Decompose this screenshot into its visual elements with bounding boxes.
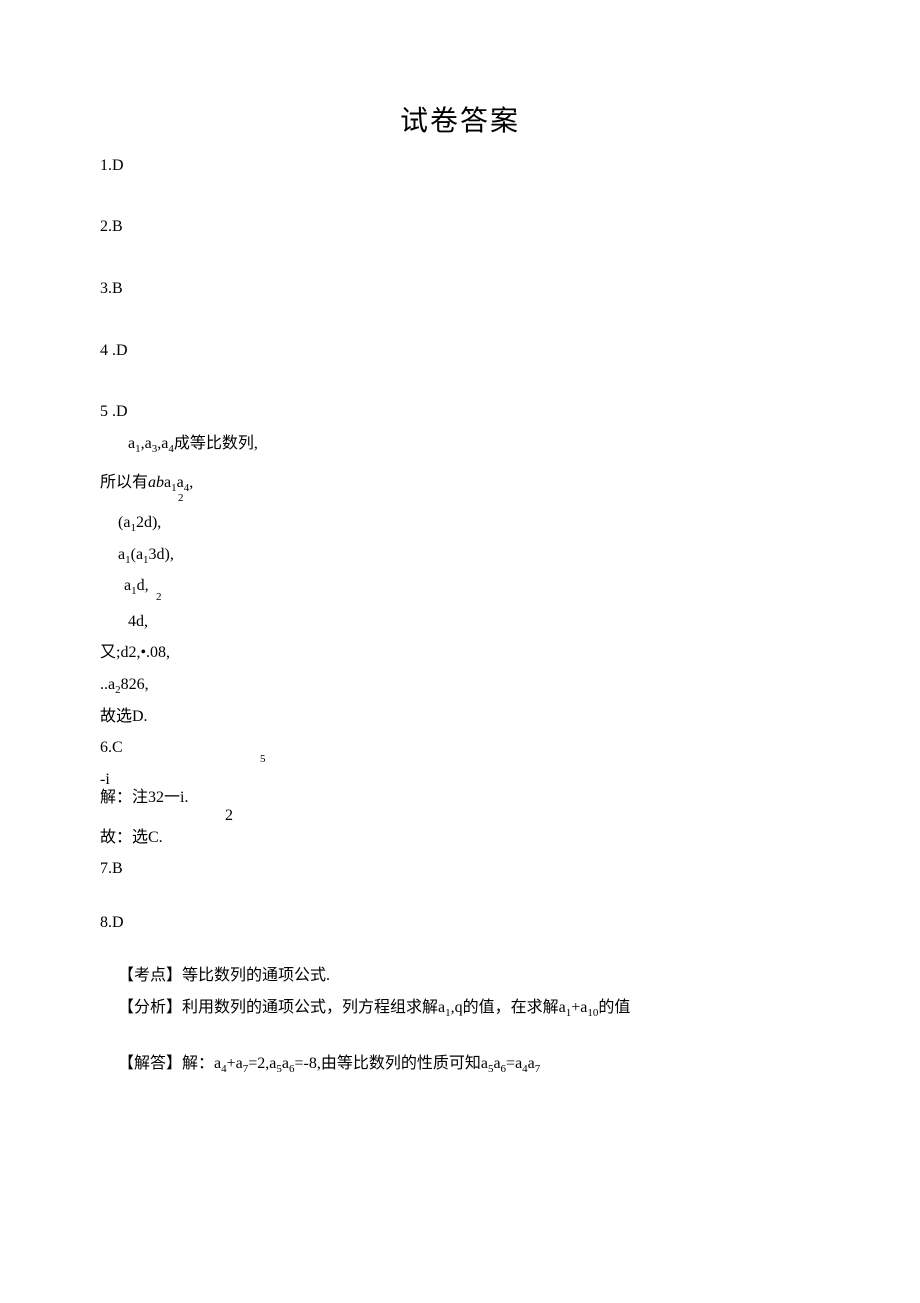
answer-5-line2: 所以有aba1a4, (100, 470, 820, 496)
a8-jd-m4: =-8,由等比数列的性质可知a (294, 1055, 487, 1072)
a8-jd-m6: =a (506, 1055, 522, 1072)
answer-6-head: 6.C (100, 735, 820, 761)
answer-5-head: 5 .D (100, 399, 820, 425)
a5-l3-open: (a (118, 514, 130, 531)
a5-l5-rest: d, (137, 577, 149, 594)
a5-l3-rest: 2d), (136, 514, 161, 531)
a5-l6-main: 4d, (128, 613, 148, 630)
answer-5-line6: 2 4d, (100, 609, 820, 635)
a5-l8-rest: 826, (121, 676, 149, 693)
a8-jd-pre: 【解答】解：a (118, 1055, 221, 1072)
answer-1: 1.D (100, 153, 820, 179)
a5-l4-rest: 3d), (149, 546, 174, 563)
a5-l2-comma: , (189, 474, 193, 491)
a6-sup5: 5 (260, 751, 266, 769)
answer-7: 7.B (100, 856, 820, 882)
a5-l2-pre: 所以有 (100, 474, 148, 491)
a5-l4-open: (a (131, 546, 143, 563)
answer-8-kaodian: 【考点】等比数列的通项公式. (100, 963, 820, 989)
answer-5-line8: ..a2826, (100, 672, 820, 698)
a5-l1-m1: ,a (141, 435, 152, 452)
answer-2: 2.B (100, 214, 820, 240)
a5-l1-tail: 成等比数列, (174, 435, 258, 452)
answer-8-block: 8.D 【考点】等比数列的通项公式. 【分析】利用数列的通项公式，列方程组求解a… (100, 910, 820, 1076)
answer-4: 4 .D (100, 338, 820, 364)
a6-sub2: 2 (225, 803, 233, 829)
answer-8-fenxi: 【分析】利用数列的通项公式，列方程组求解a1,q的值，在求解a1+a10的值 (100, 995, 820, 1021)
answer-8-jieda: 【解答】解：a4+a7=2,a5a6=-8,由等比数列的性质可知a5a6=a4a… (100, 1051, 820, 1077)
a8-jd-m3: a (282, 1055, 289, 1072)
answer-8-head: 8.D (100, 910, 820, 936)
answer-6-body: 5 -i 解：注32一i. 2 (100, 767, 820, 811)
answer-6-block: 6.C 5 -i 解：注32一i. 2 故：选C. (100, 735, 820, 850)
page-title: 试卷答案 (100, 100, 820, 145)
a5-l2-a2: a (177, 474, 184, 491)
answer-5-line9: 故选D. (100, 704, 820, 730)
a8-fenxi-m1: ,q的值，在求解a (451, 999, 566, 1016)
a6-main: 解：注32一i. (100, 785, 188, 811)
a8-jd-m2: =2,a (248, 1055, 276, 1072)
answer-5-line4: a1(a13d), (100, 542, 820, 568)
a5-l2-ab: ab (148, 474, 164, 491)
answer-5-line5: a1d, (100, 573, 820, 599)
answer-5-line3: 2 (a12d), (100, 510, 820, 536)
a5-l8-dots: ..a (100, 676, 115, 693)
a8-fenxi-pre: 【分析】利用数列的通项公式，列方程组求解a (118, 999, 445, 1016)
answer-5-line1: a1,a3,a4成等比数列, (100, 431, 820, 457)
a8-fenxi-s3: 10 (587, 1007, 598, 1019)
answer-5-line7: 又;d2,•.08, (100, 640, 820, 666)
a8-jd-m7: a (528, 1055, 535, 1072)
answer-3: 3.B (100, 276, 820, 302)
a8-fenxi-m2: +a (571, 999, 587, 1016)
a8-jd-m5: a (493, 1055, 500, 1072)
a8-fenxi-tail: 的值 (598, 999, 630, 1016)
answer-5-block: 5 .D a1,a3,a4成等比数列, 所以有aba1a4, 2 (a12d),… (100, 399, 820, 729)
a8-jd-m1: +a (227, 1055, 243, 1072)
a8-jd-s8: 7 (535, 1063, 541, 1075)
a5-l1-m2: ,a (157, 435, 168, 452)
answer-6-tail: 故：选C. (100, 825, 820, 851)
